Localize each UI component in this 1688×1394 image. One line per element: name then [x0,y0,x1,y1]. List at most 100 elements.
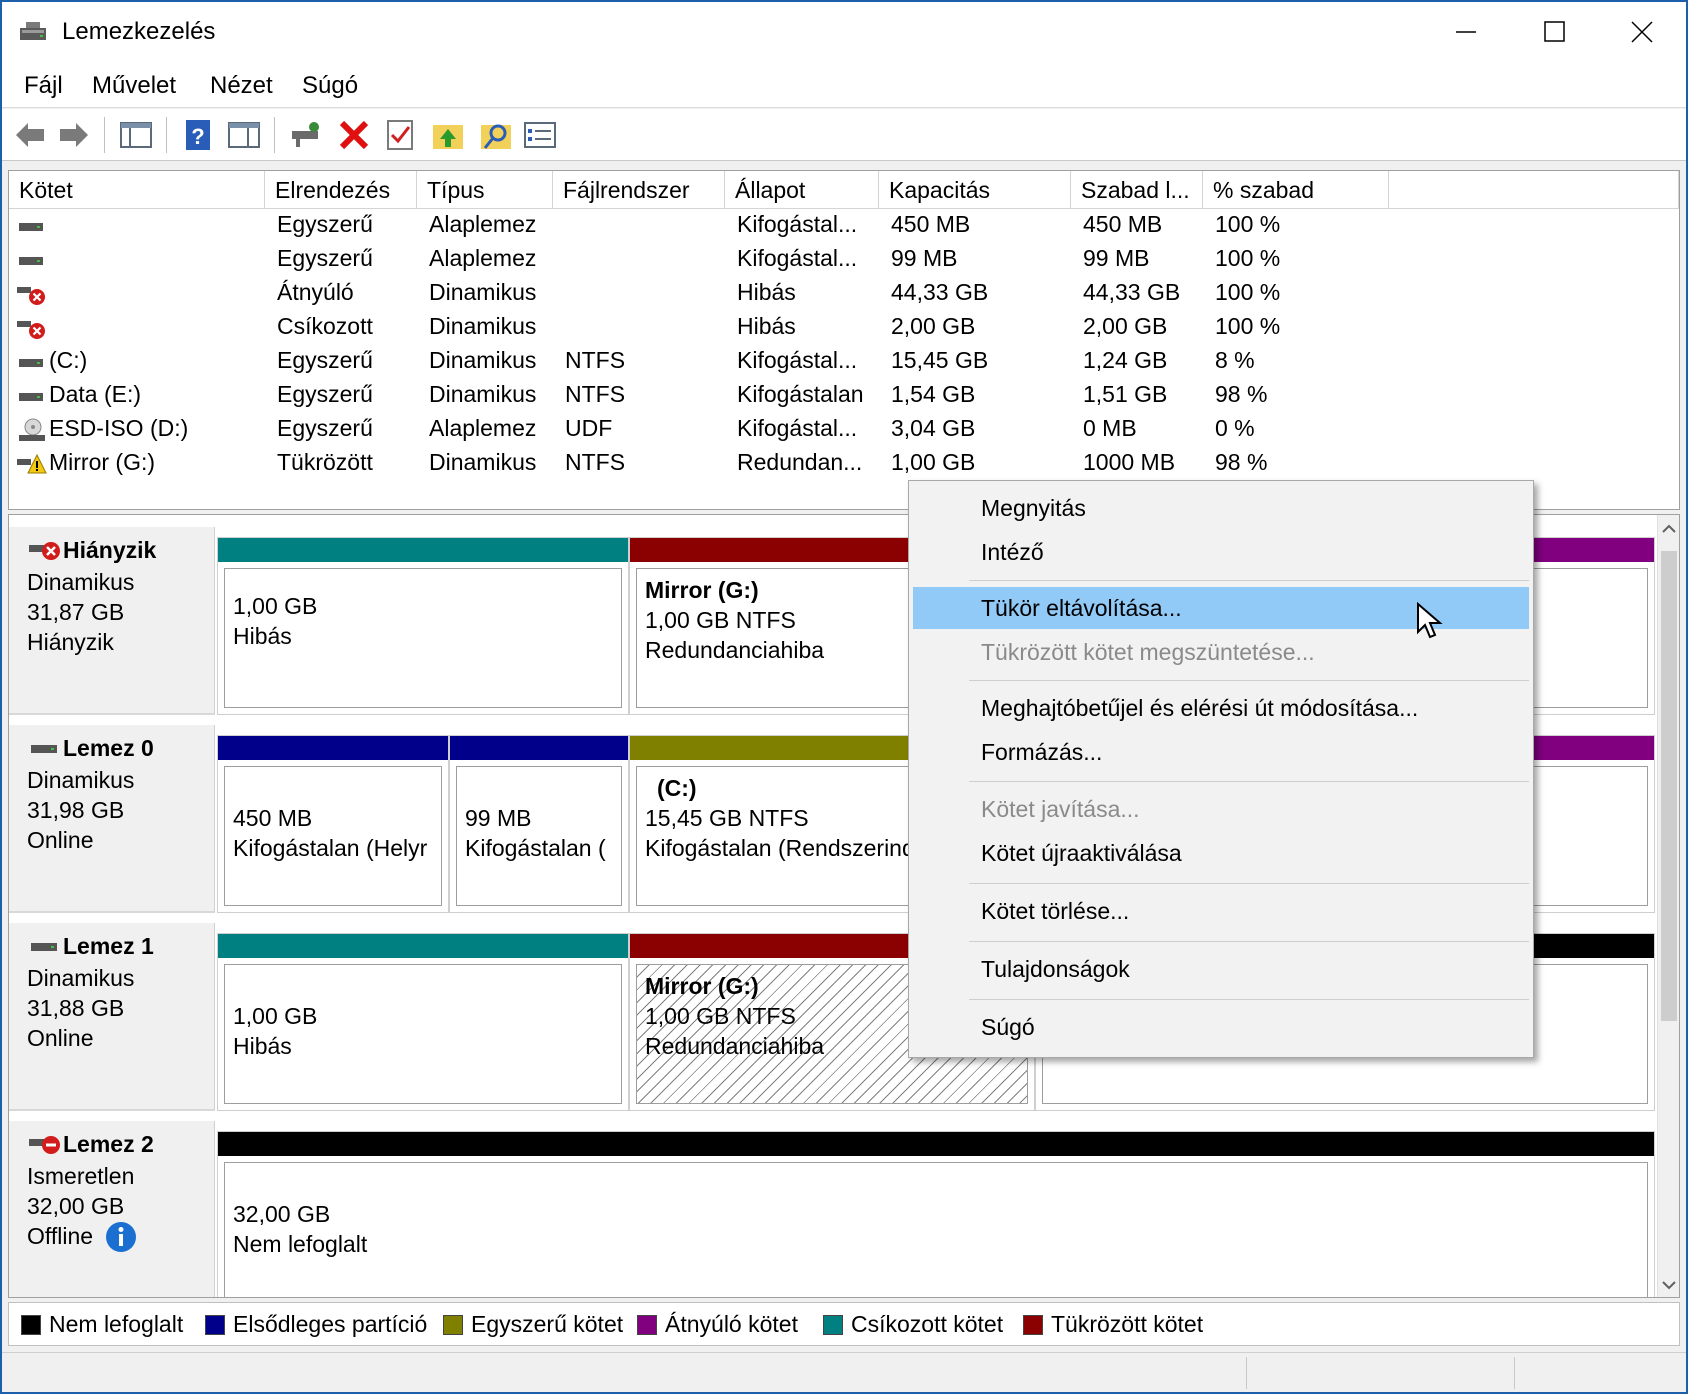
help-icon[interactable]: ? [180,117,216,153]
menu-file[interactable]: Fájl [24,72,63,100]
back-arrow-icon[interactable] [12,117,48,153]
volume-cell-capacity: 1,00 GB [891,449,976,475]
close-button[interactable] [1618,10,1666,54]
minimize-button[interactable] [1442,10,1490,54]
disk-label-disk-1[interactable]: Lemez 1 Dinamikus 31,88 GB Online [9,923,215,1111]
column-header-filesystem[interactable]: Fájlrendszer [553,171,725,209]
legend-label: Csíkozott kötet [851,1311,1004,1337]
legend-label: Elsődleges partíció [233,1311,428,1337]
scroll-up-icon[interactable] [1661,521,1677,537]
volume-cell-fs: UDF [565,415,613,441]
volume-cell-type: Dinamikus [429,347,537,373]
volume-row[interactable]: Átnyúló Dinamikus Hibás 44,33 GB 44,33 GB 100… [9,277,1679,311]
disk-label-disk-2[interactable]: Lemez 2 Ismeretlen 32,00 GB Offline [9,1121,215,1297]
partition-primary[interactable]: 450 MB Kifogástalan (Helyr [217,735,449,913]
volume-cell-type: Dinamikus [429,279,537,305]
volume-cell-status: Kifogástal... [737,245,858,271]
partition-body: 1,00 GB Hibás [224,964,622,1104]
volume-cell-type: Alaplemez [429,211,537,237]
column-header-status[interactable]: Állapot [725,171,879,209]
info-icon[interactable] [105,1221,137,1253]
volume-row[interactable]: Csíkozott Dinamikus Hibás 2,00 GB 2,00 GB 100… [9,311,1679,345]
partition-primary[interactable]: 99 MB Kifogástalan ( [449,735,629,913]
disk-name: Hiányzik [63,537,157,563]
volume-cell-pct: 8 % [1215,347,1255,373]
volume-cell-free: 450 MB [1083,211,1163,237]
menu-item-format[interactable]: Formázás... [913,731,1529,773]
up-folder-icon[interactable] [430,117,466,153]
column-header-layout[interactable]: Elrendezés [265,171,417,209]
delete-icon[interactable] [336,117,372,153]
column-header-volume[interactable]: Kötet [9,171,265,209]
partition-body: 99 MB Kifogástalan ( [456,766,622,906]
column-header-capacity[interactable]: Kapacitás [879,171,1071,209]
volume-cell-layout: Egyszerű [277,347,373,373]
disk-offline-icon [29,1136,60,1154]
menu-item-delete-volume[interactable]: Kötet törlése... [913,890,1529,932]
volume-cell-capacity: 1,54 GB [891,381,976,407]
menu-item-properties[interactable]: Tulajdonságok [913,948,1529,990]
console-tree-icon[interactable] [118,117,154,153]
legend-swatch [205,1315,225,1335]
volume-row[interactable]: (C:) Egyszerű Dinamikus NTFS Kifogástal... 15… [9,345,1679,379]
menu-action[interactable]: Művelet [92,72,176,100]
column-header-free-space[interactable]: Szabad l... [1071,171,1203,209]
partition-unallocated[interactable]: 32,00 GB Nem lefoglalt [217,1131,1655,1297]
menu-item-change-drive-letter[interactable]: Meghajtóbetűjel és elérési út módosítása… [913,687,1529,729]
scrollbar-thumb[interactable] [1661,551,1677,1021]
disk-name: Lemez 1 [63,933,154,959]
menu-item-reactivate-volume[interactable]: Kötet újraaktiválása [913,832,1529,874]
volume-cell-fs: NTFS [565,381,626,407]
legend-item: Nem lefoglalt [21,1311,183,1339]
menu-help[interactable]: Súgó [302,72,358,100]
column-header-percent-free[interactable]: % szabad [1203,171,1389,209]
volume-cell-name: Data (E:) [49,381,142,407]
toolbar-separator [104,117,105,153]
menu-separator [969,580,1529,581]
drive-warning-icon [17,453,47,474]
partition-status: Nem lefoglalt [233,1231,368,1257]
search-folder-icon[interactable] [478,117,514,153]
volume-row[interactable]: Egyszerű Alaplemez Kifogástal... 450 MB 450 … [9,209,1679,243]
disk-kind: Dinamikus [27,965,135,991]
partition-striped[interactable]: 1,00 GB Hibás [217,537,629,715]
disk-label-missing[interactable]: Hiányzik Dinamikus 31,87 GB Hiányzik [9,527,215,715]
drive-icon [19,393,43,401]
forward-arrow-icon[interactable] [56,117,92,153]
column-header-type[interactable]: Típus [417,171,553,209]
menu-item-help[interactable]: Súgó [913,1006,1529,1048]
menu-view[interactable]: Nézet [210,72,273,100]
connect-icon[interactable] [288,117,324,153]
volume-row[interactable]: Data (E:) Egyszerű Dinamikus NTFS Kifogástal… [9,379,1679,413]
check-icon[interactable] [382,117,418,153]
maximize-button[interactable] [1530,10,1578,54]
partition-size: 1,00 GB [233,1003,318,1029]
legend-item: Tükrözött kötet [1023,1311,1203,1339]
partition-type-bar [218,736,448,760]
partition-status: Kifogástalan (Rendszerind [645,835,915,861]
disk-kind: Ismeretlen [27,1163,135,1189]
menu-item-explore[interactable]: Intéző [913,531,1529,573]
disk-label-disk-0[interactable]: Lemez 0 Dinamikus 31,98 GB Online [9,725,215,913]
drive-icon [19,359,43,367]
partition-striped[interactable]: 1,00 GB Hibás [217,933,629,1111]
properties-icon[interactable] [226,117,262,153]
volume-row[interactable]: ESD-ISO (D:) Egyszerű Alaplemez UDF Kifogást… [9,413,1679,447]
drive-icon [19,223,43,231]
volume-cell-pct: 100 % [1215,313,1281,339]
partition-type-bar [218,934,628,958]
disk-state: Hiányzik [27,629,114,655]
options-icon[interactable] [522,117,558,153]
column-header-empty [1389,171,1679,209]
volume-cell-layout: Egyszerű [277,415,373,441]
menu-item-open[interactable]: Megnyitás [913,487,1529,529]
volume-row[interactable]: Mirror (G:) Tükrözött Dinamikus NTFS Redunda… [9,447,1679,481]
vertical-scrollbar[interactable] [1657,515,1679,1297]
menu-separator [969,781,1529,782]
scroll-down-icon[interactable] [1661,1277,1677,1293]
partition-title: Mirror (G:) [645,973,759,999]
menu-item-repair-volume: Kötet javítása... [981,796,1140,822]
partition-status: Hibás [233,623,292,649]
legend-swatch [1023,1315,1043,1335]
volume-row[interactable]: Egyszerű Alaplemez Kifogástal... 99 MB 99 MB… [9,243,1679,277]
